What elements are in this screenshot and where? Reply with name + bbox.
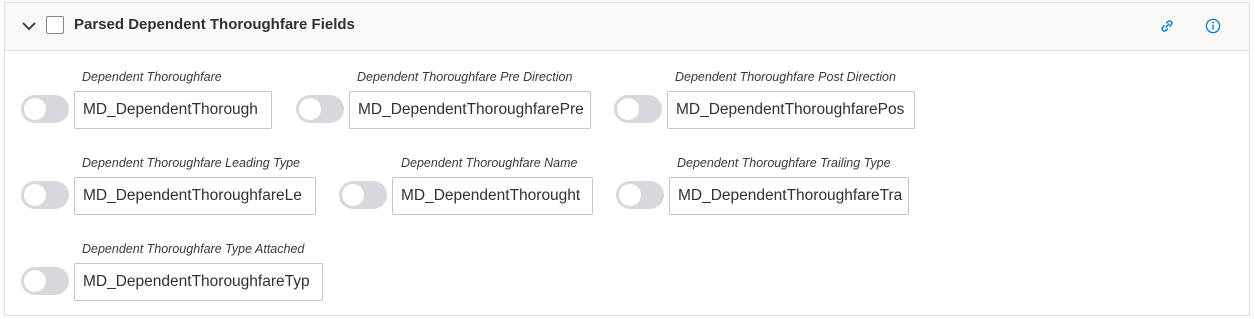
field-label-post-direction: Dependent Thoroughfare Post Direction [675,70,896,84]
input-trailing-type[interactable]: MD_DependentThoroughfareTra [669,177,909,215]
section-checkbox[interactable] [46,16,64,34]
section-title: Parsed Dependent Thoroughfare Fields [74,16,355,33]
toggle-knob [299,98,321,120]
link-icon[interactable] [1158,17,1176,35]
field-label-leading-type: Dependent Thoroughfare Leading Type [82,156,300,170]
info-icon[interactable] [1204,17,1222,35]
toggle-knob [617,98,639,120]
input-pre-direction[interactable]: MD_DependentThoroughfarePre [349,91,591,129]
toggle-leading-type[interactable] [21,181,69,209]
toggle-knob [24,98,46,120]
toggle-post-direction[interactable] [614,95,662,123]
field-label-type-attached: Dependent Thoroughfare Type Attached [82,242,305,256]
field-label-dependent-thoroughfare: Dependent Thoroughfare [82,70,222,84]
field-label-pre-direction: Dependent Thoroughfare Pre Direction [357,70,573,84]
toggle-name[interactable] [339,181,387,209]
toggle-knob [24,270,46,292]
toggle-dependent-thoroughfare[interactable] [21,95,69,123]
toggle-knob [24,184,46,206]
input-type-attached[interactable]: MD_DependentThoroughfareTyp [74,263,323,301]
toggle-type-attached[interactable] [21,267,69,295]
input-name[interactable]: MD_DependentThorought [392,177,593,215]
toggle-pre-direction[interactable] [296,95,344,123]
section-header[interactable]: Parsed Dependent Thoroughfare Fields [5,3,1249,51]
toggle-knob [619,184,641,206]
input-dependent-thoroughfare[interactable]: MD_DependentThorough [74,91,272,129]
toggle-knob [342,184,364,206]
field-label-name: Dependent Thoroughfare Name [401,156,578,170]
field-label-trailing-type: Dependent Thoroughfare Trailing Type [677,156,891,170]
parsed-dependent-thoroughfare-panel: Parsed Dependent Thoroughfare Fields Dep… [4,2,1250,316]
chevron-down-icon[interactable] [21,18,37,34]
input-post-direction[interactable]: MD_DependentThoroughfarePos [667,91,915,129]
toggle-trailing-type[interactable] [616,181,664,209]
input-leading-type[interactable]: MD_DependentThoroughfareLe [74,177,316,215]
